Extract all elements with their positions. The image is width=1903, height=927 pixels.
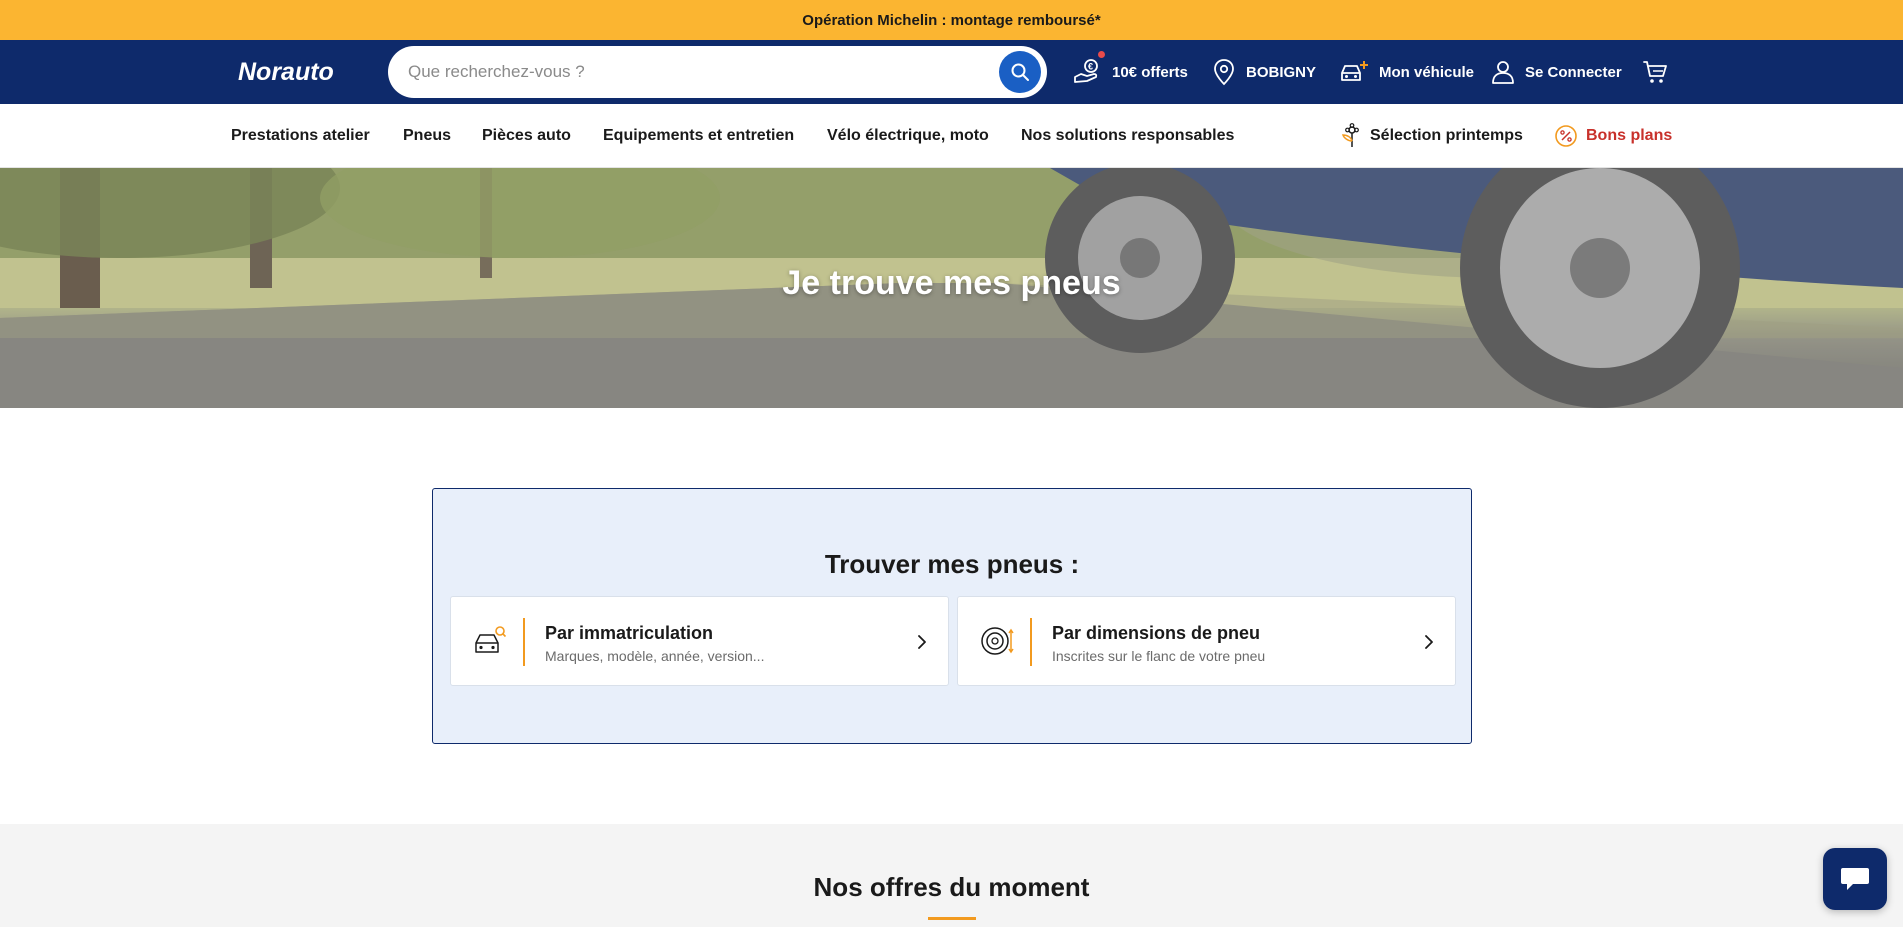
main-header: Norauto € 10€ offerts BOBIGNY [0, 40, 1903, 104]
finder-title: Trouver mes pneus : [824, 549, 1080, 579]
login-label: Se Connecter [1525, 63, 1622, 81]
cart-icon [1643, 61, 1667, 83]
tire-finder: Trouver mes pneus : Par immatriculation … [432, 488, 1472, 744]
card-title: Par dimensions de pneu [1052, 623, 1261, 643]
search-input[interactable] [408, 46, 968, 98]
nav-item-velo[interactable]: Vélo électrique, moto [827, 104, 989, 168]
chevron-right-icon [918, 635, 926, 649]
car-search-icon [475, 626, 507, 653]
offers-title: Nos offres du moment [813, 872, 1090, 902]
nav-item-solutions[interactable]: Nos solutions responsables [1021, 104, 1234, 168]
title-underline [928, 917, 976, 920]
login-link[interactable]: Se Connecter [1491, 40, 1622, 104]
offers-label: 10€ offerts [1112, 63, 1188, 81]
search-by-dimensions-card[interactable]: Par dimensions de pneu Inscrites sur le … [957, 596, 1456, 686]
offers-link[interactable]: € 10€ offerts [1072, 40, 1188, 104]
nav-item-prestations[interactable]: Prestations atelier [231, 104, 370, 168]
svg-text:€: € [1088, 62, 1093, 72]
card-subtitle: Inscrites sur le flanc de votre pneu [1052, 648, 1266, 664]
logo-text: Norauto [238, 58, 334, 86]
location-pin-icon [1214, 59, 1234, 86]
nav-item-pieces[interactable]: Pièces auto [482, 104, 571, 168]
store-label: BOBIGNY [1246, 63, 1317, 81]
card-separator [1030, 618, 1032, 666]
card-title: Par immatriculation [545, 623, 714, 643]
hand-coin-icon: € [1074, 59, 1098, 83]
chevron-right-icon [1425, 635, 1433, 649]
norauto-logo[interactable]: Norauto [238, 54, 360, 88]
notification-dot [1098, 51, 1105, 58]
nav-item-label: Nos solutions responsables [1021, 127, 1235, 144]
percent-badge-icon [1555, 125, 1577, 147]
nav-item-spring-selection[interactable]: Sélection printemps [1338, 104, 1523, 168]
flower-icon [1341, 123, 1359, 147]
nav-item-label: Pièces auto [482, 127, 571, 144]
search-icon [1011, 63, 1029, 81]
main-navigation: Prestations atelier Pneus Pièces auto Eq… [0, 104, 1903, 168]
nav-item-label: Pneus [403, 127, 452, 144]
chat-button[interactable] [1823, 848, 1887, 910]
card-subtitle: Marques, modèle, année, version... [545, 648, 765, 664]
spring-selection-label: Sélection printemps [1370, 127, 1523, 144]
user-icon [1492, 61, 1514, 84]
nav-item-label: Equipements et entretien [603, 127, 795, 144]
tire-size-icon [981, 627, 1014, 655]
chat-bubble-icon [1841, 868, 1869, 890]
vehicle-label: Mon véhicule [1379, 63, 1475, 81]
store-selector[interactable]: BOBIGNY [1212, 40, 1316, 104]
cart-button[interactable] [1642, 40, 1678, 104]
card-separator [523, 618, 525, 666]
bons-plans-label: Bons plans [1586, 127, 1673, 144]
nav-item-pneus[interactable]: Pneus [403, 104, 451, 168]
hero-title: Je trouve mes pneus [782, 264, 1121, 302]
nav-item-bons-plans[interactable]: Bons plans [1554, 104, 1672, 168]
car-plus-icon [1341, 61, 1368, 81]
offers-section: Nos offres du moment [0, 824, 1903, 927]
hero-banner: Je trouve mes pneus [0, 168, 1903, 408]
promo-banner[interactable]: Opération Michelin : montage remboursé* [0, 0, 1903, 40]
nav-item-label: Prestations atelier [231, 127, 370, 144]
vehicle-selector[interactable]: Mon véhicule [1339, 40, 1474, 104]
search-bar [388, 46, 1047, 98]
search-by-plate-card[interactable]: Par immatriculation Marques, modèle, ann… [450, 596, 949, 686]
nav-item-label: Vélo électrique, moto [827, 127, 989, 144]
nav-item-equipements[interactable]: Equipements et entretien [603, 104, 794, 168]
search-button[interactable] [999, 51, 1041, 93]
promo-text: Opération Michelin : montage remboursé* [802, 11, 1101, 29]
